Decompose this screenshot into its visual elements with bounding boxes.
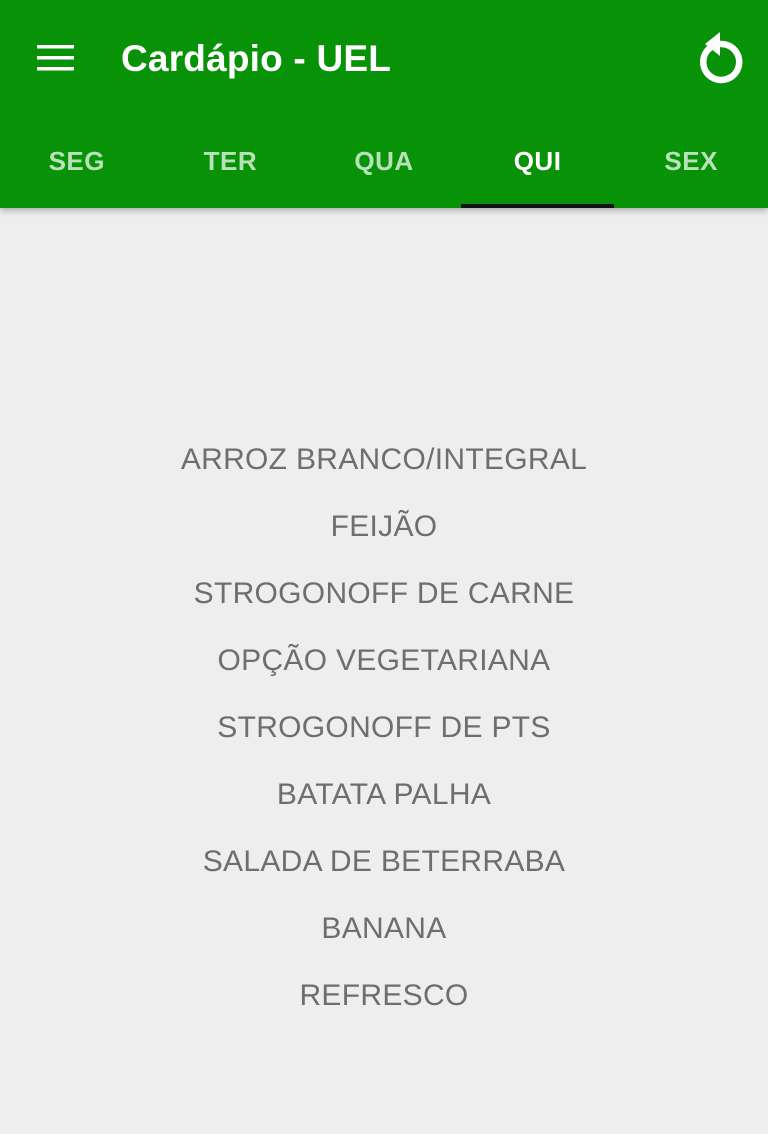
menu-item: REFRESCO <box>299 979 469 1012</box>
active-tab-indicator <box>460 204 615 208</box>
menu-item: STROGONOFF DE CARNE <box>193 577 575 610</box>
app-bar: Cardápio - UEL SEG TER QUA QUI SEX <box>0 0 768 208</box>
tab-label: QUA <box>354 145 414 176</box>
menu-content[interactable]: ARROZ BRANCO/INTEGRAL FEIJÃO STROGONOFF … <box>0 208 768 1134</box>
tab-label: QUI <box>513 145 562 176</box>
tab-ter[interactable]: TER <box>154 118 308 208</box>
refresh-icon <box>699 32 743 84</box>
menu-item: STROGONOFF DE PTS <box>217 711 551 744</box>
tab-label: SEG <box>48 145 105 176</box>
tab-label: SEX <box>664 145 718 176</box>
tab-seg[interactable]: SEG <box>0 118 154 208</box>
navigation-menu-button[interactable] <box>26 28 86 88</box>
day-tabs: SEG TER QUA QUI SEX <box>0 118 768 208</box>
hamburger-menu-icon <box>37 45 74 71</box>
tab-label: TER <box>203 145 258 176</box>
menu-item: BATATA PALHA <box>276 778 492 811</box>
menu-item: SALADA DE BETERRABA <box>202 845 566 878</box>
menu-items-list: ARROZ BRANCO/INTEGRAL FEIJÃO STROGONOFF … <box>0 434 768 1037</box>
menu-item: ARROZ BRANCO/INTEGRAL <box>180 443 588 476</box>
tab-qui[interactable]: QUI <box>460 118 615 208</box>
menu-item: BANANA <box>321 912 447 945</box>
toolbar: Cardápio - UEL <box>0 0 768 118</box>
app-title: Cardápio - UEL <box>121 38 392 79</box>
tab-qua[interactable]: QUA <box>307 118 461 208</box>
menu-item: OPÇÃO VEGETARIANA <box>217 644 551 677</box>
menu-item: FEIJÃO <box>330 510 438 543</box>
refresh-button[interactable] <box>690 26 750 90</box>
tab-sex[interactable]: SEX <box>614 118 768 208</box>
